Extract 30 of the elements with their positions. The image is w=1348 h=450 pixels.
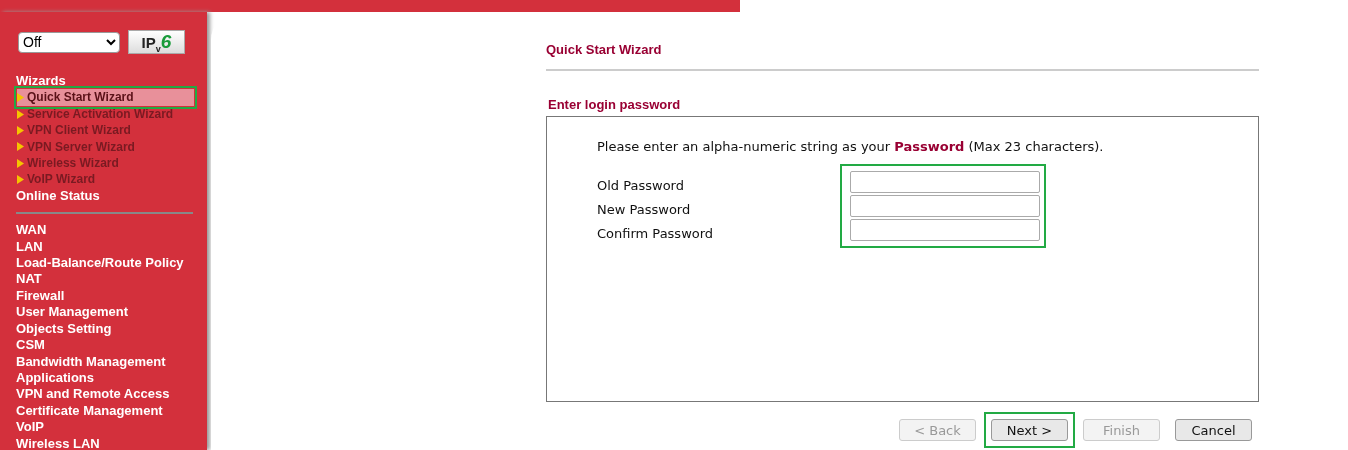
menu-item[interactable]: WAN	[16, 222, 207, 239]
field-label: Confirm Password	[597, 225, 715, 243]
page-title: Quick Start Wizard	[546, 42, 663, 57]
menu-item[interactable]: Certificate Management	[16, 402, 207, 420]
field-label: New Password	[597, 201, 692, 219]
instruction-text: Please enter an alpha-numeric string as your Password (Max 23 characters).	[597, 139, 1105, 154]
menu-item[interactable]: LAN	[16, 238, 207, 256]
password-field[interactable]	[850, 219, 1040, 241]
mode-select[interactable]: Off	[18, 31, 120, 53]
wizard-button[interactable]: Cancel	[1175, 419, 1252, 441]
menu-item[interactable]: Objects Setting	[16, 320, 207, 338]
wizard-button[interactable]: Next >	[991, 419, 1068, 441]
ipv6-button[interactable]: IP$_{v}$6	[128, 30, 185, 54]
section-title: Enter login password	[548, 97, 682, 112]
menu-item[interactable]: Bandwidth Management	[16, 353, 207, 370]
menu-item[interactable]: CSM	[16, 337, 207, 354]
menu-item[interactable]: VPN and Remote Access	[16, 386, 207, 403]
menu-item[interactable]: Wizards	[16, 73, 207, 90]
wizard-link[interactable]: Quick Start Wizard	[17, 89, 194, 106]
field-label: Old Password	[597, 177, 685, 195]
menu-item[interactable]: NAT	[16, 271, 207, 288]
menu-item[interactable]: User Management	[16, 304, 207, 321]
password-field[interactable]	[850, 195, 1040, 217]
menu-item[interactable]: Online Status	[16, 187, 207, 205]
menu-item[interactable]: Wireless LAN	[16, 435, 207, 450]
menu-item[interactable]: VoIP	[16, 419, 207, 436]
password-field[interactable]	[850, 171, 1040, 193]
menu-item[interactable]: Load-Balance/Route Policy	[16, 255, 207, 272]
menu-item[interactable]: Firewall	[16, 287, 207, 305]
menu-item[interactable]: Applications	[16, 369, 207, 387]
